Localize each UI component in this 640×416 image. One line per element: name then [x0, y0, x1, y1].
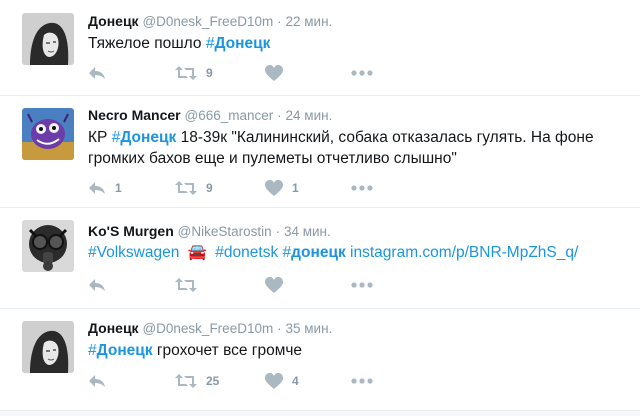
hashtag-name: Донецк — [96, 342, 153, 359]
heart-icon — [265, 180, 283, 196]
retweet-button[interactable]: 25 — [175, 371, 219, 391]
author-name[interactable]: Necro Mancer — [88, 107, 181, 123]
reply-icon — [89, 67, 105, 79]
avatar-image — [22, 13, 74, 65]
hash-symbol: # — [88, 342, 97, 359]
tweet-text: #Volkswagen 🚘 #donetsk #донецк instagram… — [88, 242, 628, 263]
hashtag-name: Донецк — [214, 35, 271, 52]
separator-dot: · — [277, 14, 282, 29]
hashtag-link[interactable]: #донецк — [283, 244, 346, 261]
retweet-button[interactable]: 9 — [175, 63, 213, 83]
reply-icon — [89, 182, 105, 194]
reply-button[interactable]: 1 — [88, 178, 122, 198]
like-button[interactable]: 4 — [265, 371, 299, 391]
retweet-icon — [175, 66, 197, 80]
hash-symbol: # — [282, 244, 292, 261]
retweet-button[interactable]: 9 — [175, 178, 213, 198]
more-button[interactable] — [351, 63, 373, 83]
tweet-header: Necro Mancer @666_mancer · 24 мин. — [88, 106, 332, 125]
like-button[interactable]: 1 — [265, 178, 299, 198]
more-icon — [351, 378, 373, 384]
heart-icon — [265, 65, 283, 81]
tweet-timestamp[interactable]: 34 мин. — [284, 224, 331, 239]
tweet-text-segment: КР — [88, 129, 112, 146]
tweet[interactable]: Ko'S Murgen @NikeStarostin · 34 мин. #Vo… — [0, 208, 640, 309]
tweet-timestamp[interactable]: 22 мин. — [286, 14, 333, 29]
like-count: 1 — [292, 181, 299, 195]
tweet[interactable]: Донецк @D0nesk_FreeD10m · 35 мин. #Донец… — [0, 309, 640, 410]
tweet-header: Ko'S Murgen @NikeStarostin · 34 мин. — [88, 222, 331, 241]
tweet-text: #Донецк грохочет все громче — [88, 340, 628, 361]
more-button[interactable] — [351, 178, 373, 198]
avatar[interactable] — [22, 220, 74, 272]
external-link[interactable]: instagram.com/p/BNR-MpZhS_q/ — [350, 244, 578, 261]
hashtag-name: Донецк — [120, 129, 177, 146]
hash-symbol: # — [215, 244, 224, 261]
retweet-count: 9 — [206, 181, 213, 195]
reply-icon — [89, 279, 105, 291]
like-count: 4 — [292, 374, 299, 388]
heart-icon — [265, 373, 283, 389]
retweet-icon — [175, 374, 197, 388]
feed-bottom-divider — [0, 410, 640, 416]
reply-button[interactable] — [88, 275, 115, 295]
tweet-feed: Донецк @D0nesk_FreeD10m · 22 мин. Тяжело… — [0, 0, 640, 416]
author-handle[interactable]: @D0nesk_FreeD10m — [142, 14, 273, 29]
tweet-text-segment: Тяжелое пошло — [88, 35, 206, 52]
tweet[interactable]: Necro Mancer @666_mancer · 24 мин. КР #Д… — [0, 96, 640, 208]
avatar[interactable] — [22, 13, 74, 65]
avatar-image — [22, 321, 74, 373]
tweet-text-segment: громких бахов еще и пулеметы отчетливо с… — [88, 150, 457, 167]
retweet-count: 9 — [206, 66, 213, 80]
like-button[interactable] — [265, 275, 292, 295]
tweet-text: Тяжелое пошло #Донецк — [88, 33, 628, 54]
avatar-image — [22, 108, 74, 160]
hashtag-name: donetsk — [223, 244, 279, 261]
more-icon — [351, 282, 373, 288]
author-handle[interactable]: @NikeStarostin — [178, 224, 272, 239]
heart-icon — [265, 277, 283, 293]
hashtag-name: донецк — [291, 244, 346, 261]
reply-count: 1 — [115, 181, 122, 195]
tweet-header: Донецк @D0nesk_FreeD10m · 22 мин. — [88, 12, 332, 31]
retweet-count: 25 — [206, 374, 220, 388]
tweet-header: Донецк @D0nesk_FreeD10m · 35 мин. — [88, 319, 332, 338]
hash-symbol: # — [88, 244, 97, 261]
avatar-image — [22, 220, 74, 272]
hashtag-link[interactable]: #Донецк — [88, 342, 153, 359]
author-handle[interactable]: @D0nesk_FreeD10m — [142, 321, 273, 336]
tweet[interactable]: Донецк @D0nesk_FreeD10m · 22 мин. Тяжело… — [0, 0, 640, 96]
more-icon — [351, 70, 373, 76]
author-handle[interactable]: @666_mancer — [184, 108, 273, 123]
retweet-icon — [175, 278, 197, 292]
separator-dot: · — [277, 108, 282, 123]
hashtag-link[interactable]: #donetsk — [215, 244, 278, 261]
avatar[interactable] — [22, 108, 74, 160]
reply-icon — [89, 375, 105, 387]
hashtag-link[interactable]: #Volkswagen — [88, 244, 179, 261]
hashtag-name: Volkswagen — [96, 244, 180, 261]
reply-button[interactable] — [88, 371, 115, 391]
more-icon — [351, 185, 373, 191]
separator-dot: · — [275, 224, 281, 239]
tweet-text-segment: 18-39к "Калининский, собака отказалась г… — [176, 129, 594, 146]
separator-dot: · — [277, 321, 282, 336]
more-button[interactable] — [351, 371, 373, 391]
more-button[interactable] — [351, 275, 373, 295]
tweet-text: КР #Донецк 18-39к "Калининский, собака о… — [88, 127, 628, 169]
like-button[interactable] — [265, 63, 292, 83]
tweet-text-segment: грохочет все громче — [152, 342, 303, 359]
tweet-timestamp[interactable]: 24 мин. — [286, 108, 333, 123]
car-emoji: 🚘 — [187, 244, 207, 261]
tweet-timestamp[interactable]: 35 мин. — [286, 321, 333, 336]
author-name[interactable]: Донецк — [88, 320, 139, 336]
author-name[interactable]: Ko'S Murgen — [88, 223, 174, 239]
reply-button[interactable] — [88, 63, 115, 83]
author-name[interactable]: Донецк — [88, 13, 139, 29]
hashtag-link[interactable]: #Донецк — [112, 129, 177, 146]
avatar[interactable] — [22, 321, 74, 373]
retweet-icon — [175, 181, 197, 195]
hashtag-link[interactable]: #Донецк — [206, 35, 271, 52]
retweet-button[interactable] — [175, 275, 206, 295]
